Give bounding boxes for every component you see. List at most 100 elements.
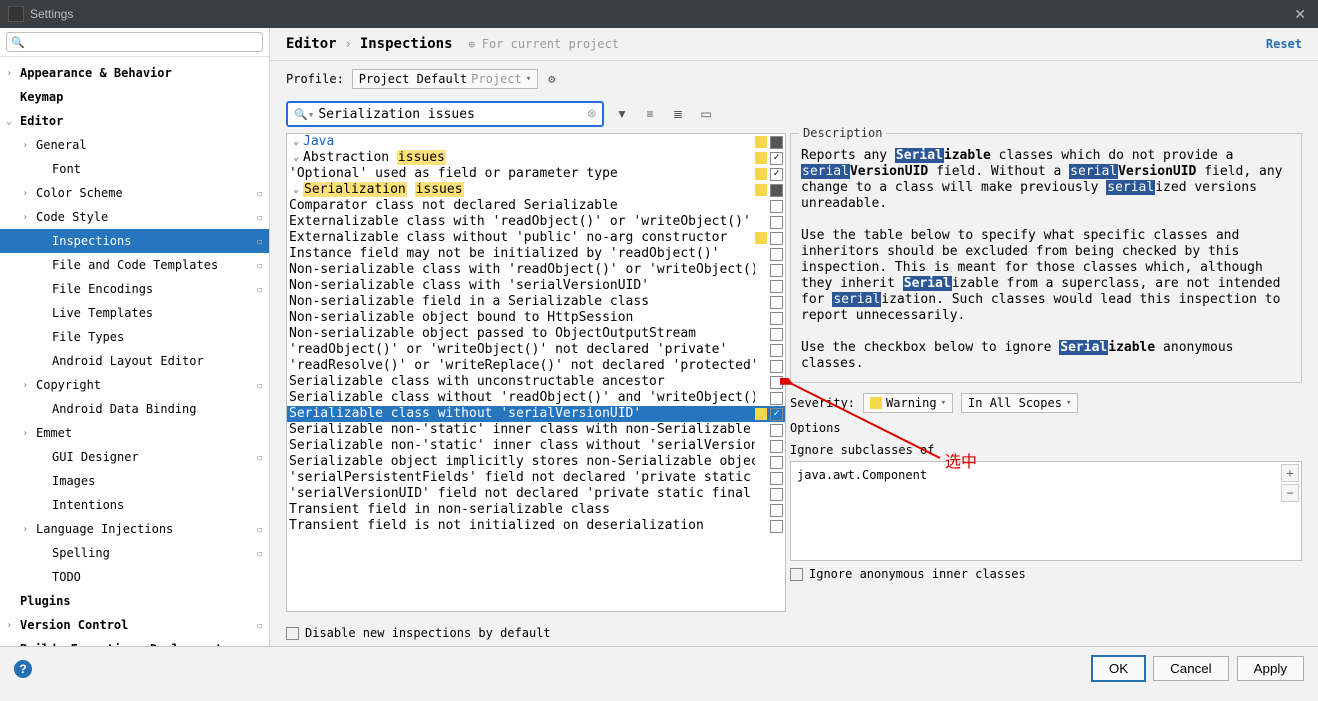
inspection-row[interactable]: Transient field is not initialized on de… (287, 518, 785, 534)
sidebar-item[interactable]: File and Code Templates▫ (0, 253, 269, 277)
sidebar-item[interactable]: ⌄Editor (0, 109, 269, 133)
profile-select[interactable]: Project Default Project ▾ (352, 69, 538, 89)
close-icon[interactable]: ✕ (1290, 6, 1310, 23)
app-logo-icon (8, 6, 24, 22)
gear-icon[interactable]: ⚙ (548, 72, 555, 86)
ok-button[interactable]: OK (1092, 656, 1145, 681)
search-icon: 🔍 (11, 36, 25, 49)
sidebar-search-input[interactable] (29, 35, 258, 49)
inspection-row[interactable]: Non-serializable class with 'serialVersi… (287, 278, 785, 294)
sidebar-item[interactable]: Font (0, 157, 269, 181)
inspection-row[interactable]: Non-serializable object passed to Object… (287, 326, 785, 342)
inspection-row[interactable]: Externalizable class without 'public' no… (287, 230, 785, 246)
expand-all-icon[interactable]: ≡ (640, 104, 660, 124)
inspection-row[interactable]: Non-serializable field in a Serializable… (287, 294, 785, 310)
scope-select[interactable]: In All Scopes ▾ (961, 393, 1078, 413)
inspection-search-input[interactable] (318, 107, 587, 122)
checkbox-icon[interactable] (790, 568, 803, 581)
inspection-row[interactable]: Transient field in non-serializable clas… (287, 502, 785, 518)
sidebar-item[interactable]: ›General (0, 133, 269, 157)
inspection-row[interactable]: Serializable class without 'readObject()… (287, 390, 785, 406)
inspection-row[interactable]: Serializable non-'static' inner class wi… (287, 438, 785, 454)
sidebar-item[interactable]: Intentions (0, 493, 269, 517)
profile-label: Profile: (286, 72, 344, 86)
inspection-row[interactable]: ⌄Serialization issues (287, 182, 785, 198)
sidebar-item[interactable]: Inspections▫ (0, 229, 269, 253)
sidebar-item[interactable]: ›Appearance & Behavior (0, 61, 269, 85)
inspection-row[interactable]: Instance field may not be initialized by… (287, 246, 785, 262)
sidebar-item[interactable]: Keymap (0, 85, 269, 109)
sidebar-item[interactable]: TODO (0, 565, 269, 589)
severity-row: Severity: Warning ▾ In All Scopes ▾ (790, 389, 1302, 417)
ignore-subclasses-list[interactable]: java.awt.Component + − (790, 461, 1302, 561)
help-icon[interactable]: ? (14, 660, 32, 678)
reset-link[interactable]: Reset (1266, 37, 1302, 51)
severity-label: Severity: (790, 396, 855, 410)
severity-select[interactable]: Warning ▾ (863, 393, 953, 413)
chevron-down-icon: ▾ (526, 74, 531, 84)
disable-new-row[interactable]: Disable new inspections by default (270, 620, 1318, 646)
sidebar-item[interactable]: Android Data Binding (0, 397, 269, 421)
sidebar-item[interactable]: File Types (0, 325, 269, 349)
cancel-button[interactable]: Cancel (1153, 656, 1229, 681)
inspections-tree[interactable]: ⌄Java⌄Abstraction issues'Optional' used … (286, 133, 786, 612)
sidebar-item[interactable]: Android Layout Editor (0, 349, 269, 373)
inspection-row[interactable]: Serializable class with unconstructable … (287, 374, 785, 390)
sidebar-item[interactable]: File Encodings▫ (0, 277, 269, 301)
clear-icon[interactable]: ⊗ (588, 106, 596, 122)
inspection-row[interactable]: ⌄Java (287, 134, 785, 150)
breadcrumb-part: Inspections (360, 36, 453, 52)
sidebar-search[interactable]: 🔍 (6, 32, 263, 52)
ignore-anon-row[interactable]: Ignore anonymous inner classes (790, 561, 1302, 585)
checkbox-icon[interactable] (286, 627, 299, 640)
add-class-button[interactable]: + (1281, 464, 1299, 482)
reset-view-icon[interactable]: ▭ (696, 104, 716, 124)
sidebar-item[interactable]: ›Emmet (0, 421, 269, 445)
dialog-footer: ? OK Cancel Apply (0, 646, 1318, 690)
inspection-row[interactable]: Serializable object implicitly stores no… (287, 454, 785, 470)
sidebar-item[interactable]: Images (0, 469, 269, 493)
filter-icon[interactable]: ▼ (612, 104, 632, 124)
for-current-project-label: For current project (469, 37, 620, 51)
description-legend: Description (799, 126, 886, 140)
warning-swatch-icon (870, 397, 882, 409)
inspection-row[interactable]: Externalizable class with 'readObject()'… (287, 214, 785, 230)
inspection-row[interactable]: 'Optional' used as field or parameter ty… (287, 166, 785, 182)
sidebar-item[interactable]: ›Code Style▫ (0, 205, 269, 229)
inspection-row[interactable]: Comparator class not declared Serializab… (287, 198, 785, 214)
chevron-down-icon: ▾ (1066, 398, 1071, 408)
sidebar-item[interactable]: ›Language Injections▫ (0, 517, 269, 541)
sidebar-item[interactable]: ›Build, Execution, Deployment (0, 637, 269, 646)
inspection-row[interactable]: 'serialPersistentFields' field not decla… (287, 470, 785, 486)
sidebar-item[interactable]: Plugins (0, 589, 269, 613)
apply-button[interactable]: Apply (1237, 656, 1304, 681)
sidebar-item[interactable]: Spelling▫ (0, 541, 269, 565)
inspection-row[interactable]: Non-serializable class with 'readObject(… (287, 262, 785, 278)
sidebar-tree[interactable]: ›Appearance & BehaviorKeymap⌄Editor›Gene… (0, 57, 269, 646)
sidebar-item[interactable]: Live Templates (0, 301, 269, 325)
collapse-all-icon[interactable]: ≣ (668, 104, 688, 124)
search-icon: 🔍▾ (294, 108, 314, 121)
inspection-row[interactable]: Non-serializable object bound to HttpSes… (287, 310, 785, 326)
inspection-row[interactable]: 'readResolve()' or 'writeReplace()' not … (287, 358, 785, 374)
settings-sidebar: 🔍 ›Appearance & BehaviorKeymap⌄Editor›Ge… (0, 28, 270, 646)
inspection-search[interactable]: 🔍▾ ⊗ (286, 101, 604, 127)
inspection-row[interactable]: Serializable non-'static' inner class wi… (287, 422, 785, 438)
ignore-anon-label: Ignore anonymous inner classes (809, 567, 1026, 581)
sidebar-item[interactable]: GUI Designer▫ (0, 445, 269, 469)
severity-value: Warning (886, 396, 937, 410)
remove-class-button[interactable]: − (1281, 484, 1299, 502)
scope-value: In All Scopes (968, 396, 1062, 410)
profile-scope: Project (471, 72, 522, 86)
chevron-down-icon: ▾ (941, 398, 946, 408)
ignore-subclasses-value: java.awt.Component (797, 468, 927, 482)
inspection-row[interactable]: 'readObject()' or 'writeObject()' not de… (287, 342, 785, 358)
inspection-row[interactable]: 'serialVersionUID' field not declared 'p… (287, 486, 785, 502)
inspection-row[interactable]: ⌄Abstraction issues (287, 150, 785, 166)
sidebar-item[interactable]: ›Color Scheme▫ (0, 181, 269, 205)
inspection-row[interactable]: Serializable class without 'serialVersio… (287, 406, 785, 422)
sidebar-item[interactable]: ›Version Control▫ (0, 613, 269, 637)
inspection-toolbar: 🔍▾ ⊗ ▼ ≡ ≣ ▭ (270, 97, 1318, 133)
sidebar-item[interactable]: ›Copyright▫ (0, 373, 269, 397)
breadcrumb-part: Editor (286, 36, 337, 52)
